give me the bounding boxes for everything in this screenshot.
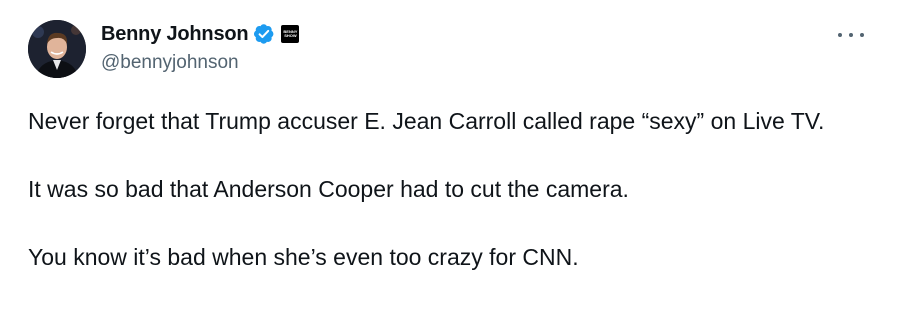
tweet-paragraph: You know it’s bad when she’s even too cr… — [28, 244, 579, 270]
user-handle[interactable]: @bennyjohnson — [101, 52, 299, 74]
tweet-paragraph: It was so bad that Anderson Cooper had t… — [28, 176, 629, 202]
avatar[interactable] — [28, 20, 86, 78]
more-dot — [838, 33, 842, 37]
affiliate-badge[interactable]: BENNY SHOW — [281, 25, 300, 43]
display-name[interactable]: Benny Johnson — [101, 23, 249, 46]
tweet-text: Never forget that Trump accuser E. Jean … — [28, 104, 868, 274]
more-dot — [849, 33, 853, 37]
more-options-icon[interactable] — [838, 24, 864, 46]
tweet-header: Benny Johnson BENNY SHOW @bennyjohnson — [101, 21, 300, 74]
affiliate-badge-text: BENNY SHOW — [283, 29, 298, 38]
tweet-paragraph: Never forget that Trump accuser E. Jean … — [28, 108, 825, 134]
name-row: Benny Johnson BENNY SHOW — [101, 21, 300, 47]
more-dot — [860, 33, 864, 37]
tweet-card: Benny Johnson BENNY SHOW @bennyjohnson N… — [0, 0, 898, 332]
profile-photo — [28, 20, 86, 78]
verified-badge-icon — [253, 23, 275, 45]
